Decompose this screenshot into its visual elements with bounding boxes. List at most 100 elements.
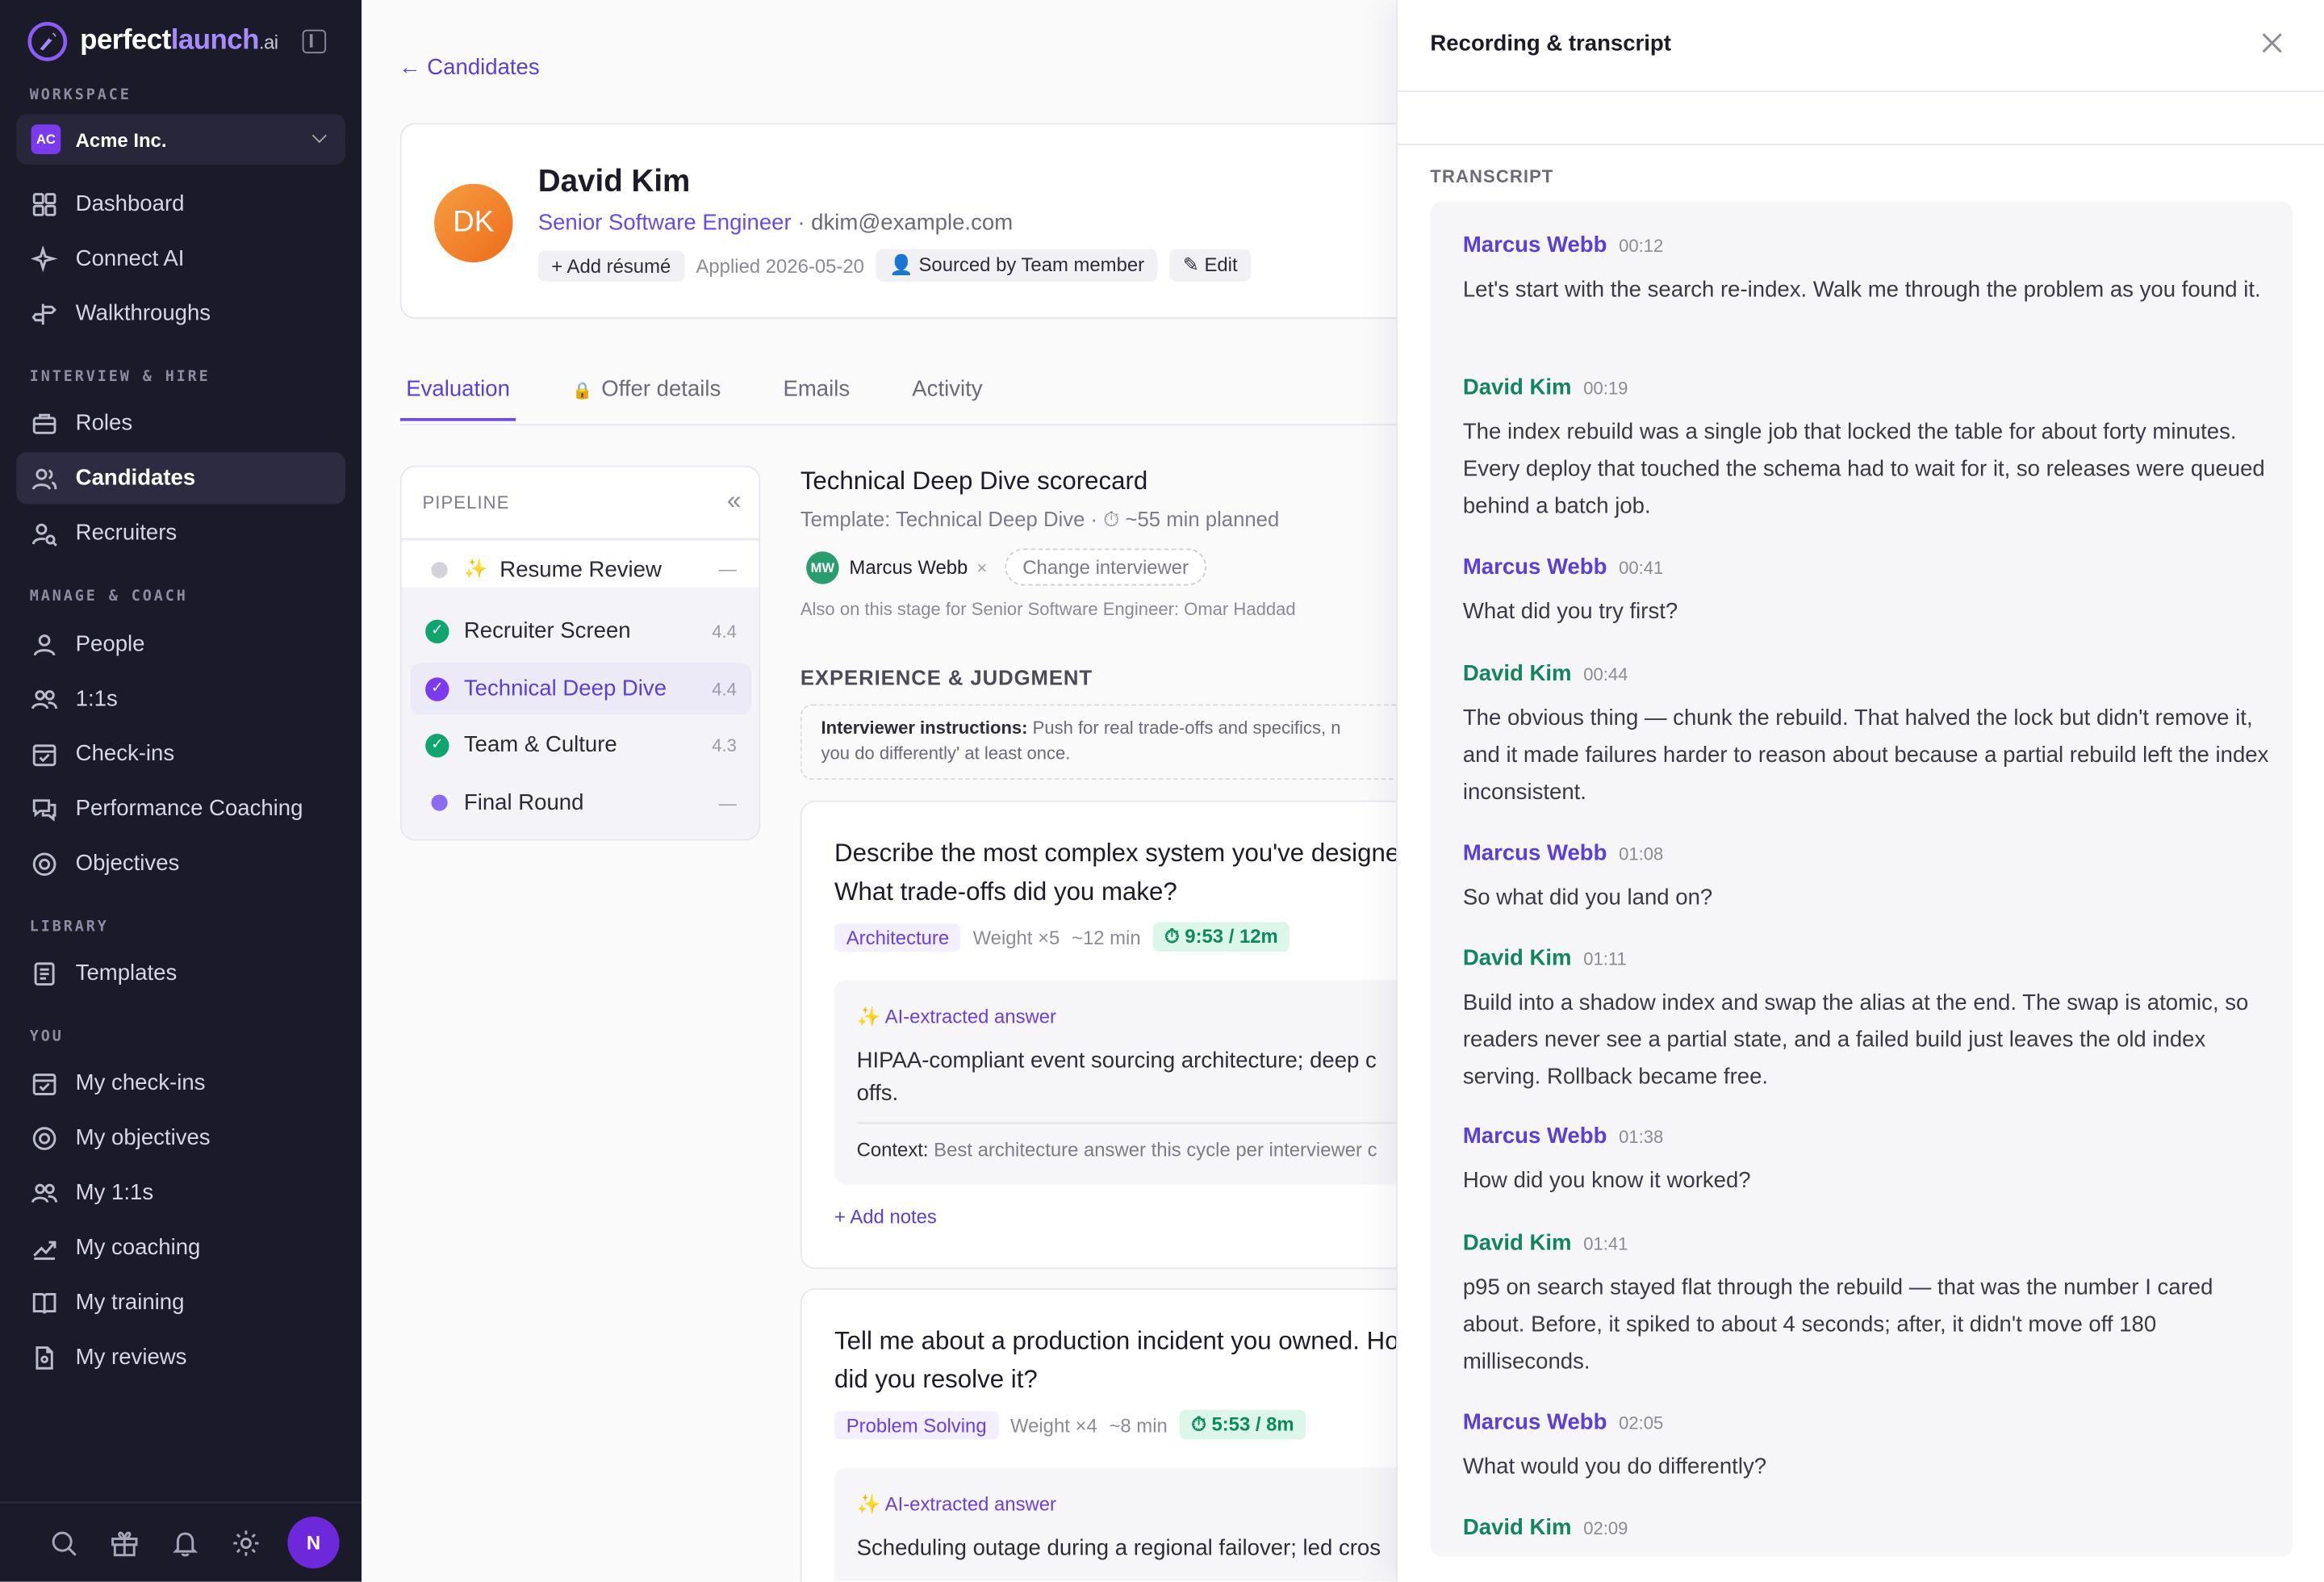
nav-people[interactable]: People bbox=[16, 618, 345, 670]
instructions-text-2: you do differently' at least once. bbox=[821, 743, 1071, 764]
search-icon[interactable] bbox=[49, 1528, 79, 1558]
nav-check-ins[interactable]: Check-ins bbox=[16, 728, 345, 780]
timestamp[interactable]: 00:41 bbox=[1619, 558, 1663, 579]
question-weight: Weight ×5 bbox=[972, 926, 1060, 948]
utterance: p95 on search stayed flat through the re… bbox=[1462, 1274, 2213, 1375]
timestamp[interactable]: 00:19 bbox=[1583, 378, 1628, 399]
briefcase-icon bbox=[32, 412, 56, 433]
question-duration: ~12 min bbox=[1072, 926, 1141, 948]
question-duration: ~8 min bbox=[1109, 1413, 1168, 1436]
workspace-switcher[interactable]: AC Acme Inc. bbox=[16, 114, 345, 165]
nav-my-one-on-ones[interactable]: My 1:1s bbox=[16, 1166, 345, 1218]
timestamp[interactable]: 01:41 bbox=[1583, 1233, 1628, 1254]
stage-recruiter-screen[interactable]: ✓ Recruiter Screen 4.4 bbox=[411, 605, 751, 656]
add-notes-link[interactable]: + Add notes bbox=[834, 1205, 937, 1228]
timestamp[interactable]: 00:44 bbox=[1583, 664, 1628, 685]
tab-offer-details[interactable]: 🔒 Offer details bbox=[566, 370, 727, 421]
tab-emails[interactable]: Emails bbox=[777, 370, 855, 421]
nav-performance-coaching[interactable]: Performance Coaching bbox=[16, 783, 345, 835]
nav-connect-ai[interactable]: Connect AI bbox=[16, 232, 345, 284]
interviewer-name: Marcus Webb bbox=[849, 555, 968, 579]
stage-technical-deep-dive[interactable]: ✓ Technical Deep Dive 4.4 bbox=[410, 663, 752, 715]
gear-icon[interactable] bbox=[232, 1528, 261, 1558]
question-timer: ⏱ 5:53 / 8m bbox=[1179, 1409, 1306, 1440]
nav-templates[interactable]: Templates bbox=[16, 948, 345, 999]
nav-label: Recruiters bbox=[75, 520, 178, 546]
candidate-header-card: DK David Kim Senior Software Engineer · … bbox=[399, 123, 1399, 319]
nav-roles[interactable]: Roles bbox=[16, 397, 345, 449]
chat-icon bbox=[32, 798, 56, 821]
timestamp[interactable]: 01:38 bbox=[1619, 1127, 1663, 1148]
pipeline-collapse-button[interactable]: « bbox=[727, 486, 741, 516]
ai-extracted-label: ✨ AI-extracted answer bbox=[856, 1492, 1056, 1516]
nav-my-objectives[interactable]: My objectives bbox=[16, 1112, 345, 1164]
stage-score: 4.4 bbox=[712, 678, 737, 700]
transcript-list: Marcus Webb 00:12 Let's start with the se… bbox=[1430, 201, 2293, 1557]
timestamp[interactable]: 01:08 bbox=[1619, 843, 1663, 864]
change-interviewer-button[interactable]: Change interviewer bbox=[1005, 548, 1207, 586]
scorecard-template: Template: Technical Deep Dive · ⏱ ~55 mi… bbox=[800, 507, 1280, 531]
sidebar: perfectlaunch.ai WORKSPACE AC Acme Inc. … bbox=[0, 0, 362, 1582]
edit-button[interactable]: ✎ Edit bbox=[1169, 249, 1252, 282]
close-icon[interactable] bbox=[2259, 30, 2285, 56]
back-to-candidates-link[interactable]: ← Candidates bbox=[399, 55, 540, 80]
stage-resume-review[interactable]: ✨ Resume Review — bbox=[411, 547, 751, 592]
transcript-turn: David Kim 01:41 p95 on search stayed flat… bbox=[1463, 1230, 2271, 1380]
nav-dashboard[interactable]: Dashboard bbox=[16, 178, 345, 229]
nav-candidates[interactable]: Candidates bbox=[16, 452, 345, 504]
nav-label: My training bbox=[75, 1289, 185, 1316]
nav-my-reviews[interactable]: My reviews bbox=[16, 1331, 345, 1383]
timestamp[interactable]: 02:09 bbox=[1583, 1518, 1628, 1539]
candidate-role-line: Senior Software Engineer · dkim@example.… bbox=[538, 211, 1013, 236]
stage-status-dot bbox=[431, 561, 448, 578]
nav-my-check-ins[interactable]: My check-ins bbox=[16, 1057, 345, 1109]
timestamp[interactable]: 01:11 bbox=[1583, 948, 1627, 969]
workspace-badge: AC bbox=[31, 124, 61, 155]
tab-activity[interactable]: Activity bbox=[906, 370, 989, 421]
sidebar-collapse-icon[interactable] bbox=[302, 29, 327, 54]
nav-walkthroughs[interactable]: Walkthroughs bbox=[16, 287, 345, 339]
timestamp[interactable]: 02:05 bbox=[1619, 1412, 1663, 1433]
gift-icon[interactable] bbox=[110, 1528, 140, 1558]
stage-team-culture[interactable]: ✓ Team & Culture 4.3 bbox=[411, 719, 751, 771]
interviewer-row: MW Marcus Webb × Change interviewer bbox=[806, 548, 1207, 586]
interviewer-avatar: MW bbox=[806, 550, 839, 584]
add-resume-button[interactable]: + Add résumé bbox=[537, 249, 684, 282]
candidate-meta-row: + Add résumé Applied 2026-05-20 👤 Source… bbox=[537, 249, 1252, 282]
candidate-role-link[interactable]: Senior Software Engineer bbox=[538, 211, 792, 236]
question-meta: Problem Solving Weight ×4 ~8 min ⏱ 5:53 … bbox=[834, 1409, 1306, 1440]
instructions-label: Interviewer instructions: bbox=[821, 717, 1028, 739]
main-content: ← Candidates DK David Kim Senior Softwar… bbox=[362, 0, 1399, 1582]
transcript-turn: Marcus Webb 01:08 So what did you land on… bbox=[1463, 840, 2271, 916]
book-icon bbox=[32, 1292, 56, 1313]
section-label-manage-coach: MANAGE & COACH bbox=[29, 588, 188, 605]
nav-recruiters[interactable]: Recruiters bbox=[16, 507, 345, 559]
utterance: Let's start with the search re-index. Wa… bbox=[1462, 277, 2261, 303]
utterance: What did you try first? bbox=[1462, 599, 1678, 625]
nav-objectives[interactable]: Objectives bbox=[16, 838, 345, 889]
bell-icon[interactable] bbox=[170, 1528, 200, 1558]
tabs-divider bbox=[399, 424, 1399, 426]
user-avatar[interactable]: N bbox=[287, 1516, 340, 1569]
stage-final-round[interactable]: Final Round — bbox=[411, 776, 751, 828]
speaker-name: David Kim bbox=[1462, 1230, 1572, 1256]
nav-my-training[interactable]: My training bbox=[16, 1276, 345, 1328]
rocket-logo-icon bbox=[27, 22, 68, 61]
nav-my-coaching[interactable]: My coaching bbox=[16, 1221, 345, 1273]
nav-one-on-ones[interactable]: 1:1s bbox=[16, 673, 345, 725]
sparkle-icon: ✨ bbox=[463, 557, 488, 580]
check-circle-icon: ✓ bbox=[425, 676, 449, 701]
remove-interviewer-icon[interactable]: × bbox=[976, 557, 987, 578]
users-icon bbox=[31, 467, 57, 489]
nav-label: My 1:1s bbox=[75, 1180, 154, 1206]
tab-evaluation[interactable]: Evaluation bbox=[399, 370, 516, 421]
question-timer: ⏱ 9:53 / 12m bbox=[1152, 922, 1290, 952]
nav-label: My check-ins bbox=[75, 1070, 206, 1096]
speaker-name: David Kim bbox=[1462, 661, 1572, 687]
speaker-name: David Kim bbox=[1462, 375, 1572, 400]
stage-score: 4.4 bbox=[712, 620, 737, 642]
interviewer-instructions: Interviewer instructions: Push for real … bbox=[800, 704, 1399, 781]
timestamp[interactable]: 00:12 bbox=[1619, 236, 1663, 257]
brand-logo[interactable]: perfectlaunch.ai bbox=[27, 21, 278, 62]
transcript-turn: David Kim 00:44 The obvious thing — chunk… bbox=[1463, 661, 2271, 811]
